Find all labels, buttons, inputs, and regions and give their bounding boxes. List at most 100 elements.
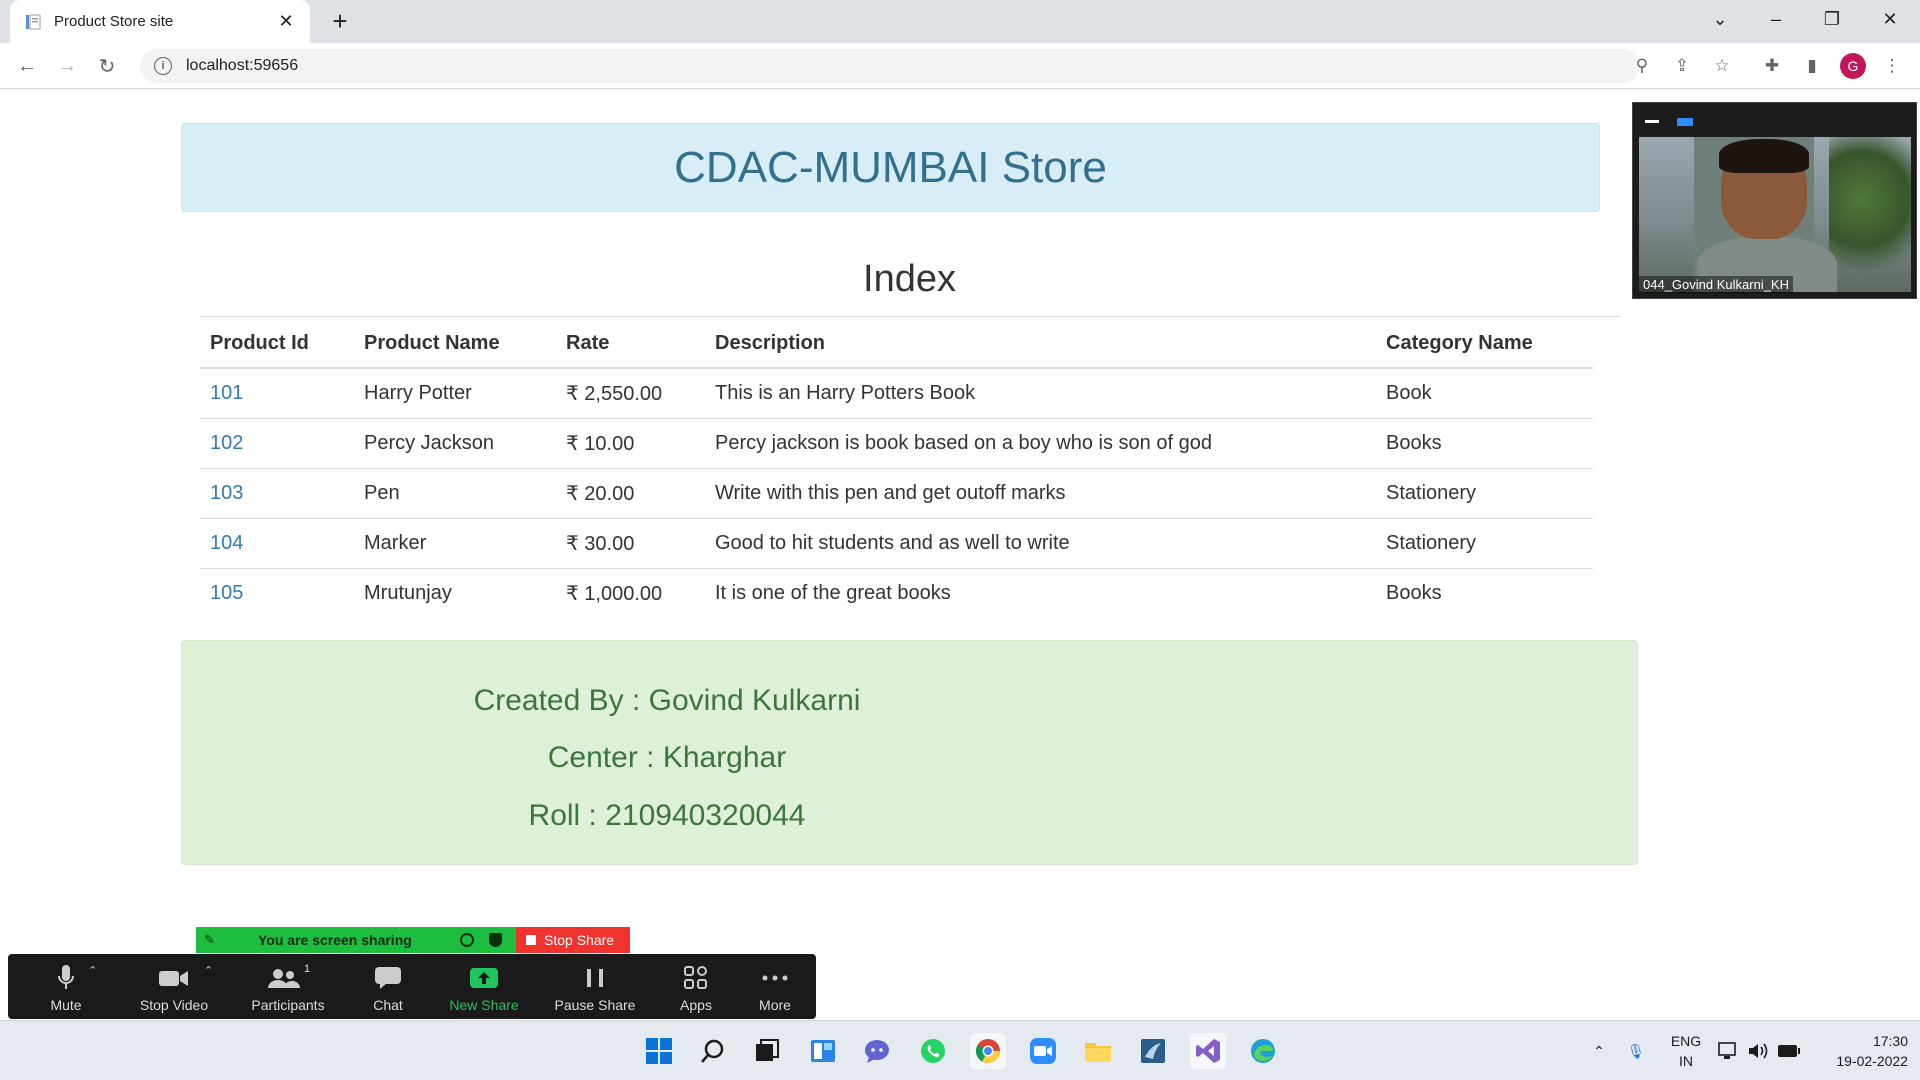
new-share-button[interactable]: New Share	[436, 954, 532, 1019]
product-id-link[interactable]: 103	[210, 482, 243, 504]
product-name-cell: Marker	[354, 518, 556, 569]
product-id-cell[interactable]: 101	[200, 368, 354, 419]
pause-share-button[interactable]: Pause Share	[542, 954, 648, 1019]
video-options-chevron-icon[interactable]: ⌃	[204, 964, 213, 977]
participants-label: Participants	[251, 997, 325, 1013]
rate-cell: ₹ 10.00	[556, 418, 705, 469]
back-icon[interactable]: ←	[12, 51, 42, 81]
minimize-button[interactable]: –	[1748, 0, 1804, 38]
battery-icon[interactable]	[1775, 1021, 1803, 1080]
extensions-icon[interactable]: ✚	[1759, 53, 1785, 79]
zoom-video-window[interactable]: 044_Govind Kulkarni_KH	[1632, 102, 1917, 299]
profile-avatar[interactable]: G	[1840, 53, 1866, 79]
more-button[interactable]: More	[738, 954, 812, 1019]
created-by-text: Created By : Govind Kulkarni	[473, 684, 861, 717]
product-name-cell: Harry Potter	[354, 368, 556, 419]
tab-close-icon[interactable]: ✕	[276, 11, 296, 32]
product-id-cell[interactable]: 104	[200, 518, 354, 569]
minimize-video-icon[interactable]	[1645, 120, 1659, 123]
category-cell: Books	[1386, 581, 1442, 604]
rate-cell: ₹ 2,550.00	[556, 368, 705, 419]
participant-video	[1639, 137, 1911, 292]
tab-title: Product Store site	[54, 13, 174, 30]
product-id-cell[interactable]: 103	[200, 468, 354, 519]
roll-text: Roll : 210940320044	[528, 799, 806, 832]
page-title: Index	[863, 258, 956, 300]
browser-toolbar: ← → ↻ i localhost:59656 ⚲ ⇪ ☆ ✚ ▮ ⋮	[0, 43, 1920, 89]
sql-server-icon[interactable]	[1135, 1033, 1171, 1069]
chrome-icon[interactable]	[970, 1033, 1006, 1069]
system-clock[interactable]: 17:30 19-02-2022	[1818, 1031, 1908, 1071]
video-window-topbar	[1633, 103, 1916, 133]
mute-button[interactable]: Mute	[18, 954, 114, 1019]
participants-button[interactable]: 1 Participants	[240, 954, 336, 1019]
browser-tab[interactable]: Product Store site ✕	[10, 0, 310, 43]
reload-icon[interactable]: ↻	[92, 51, 122, 81]
pin-icon[interactable]: ✎	[204, 932, 220, 948]
close-window-button[interactable]: ✕	[1862, 0, 1918, 38]
store-header: CDAC-MUMBAI Store	[181, 123, 1600, 212]
pause-share-label: Pause Share	[554, 997, 636, 1013]
edge-icon[interactable]	[1245, 1033, 1281, 1069]
more-dots-icon	[761, 963, 789, 993]
header-product-id: Product Id	[200, 320, 354, 369]
stop-square-icon	[526, 935, 536, 945]
file-explorer-icon[interactable]	[1080, 1033, 1116, 1069]
microphone-tray-icon[interactable]: 🎙	[1622, 1021, 1650, 1080]
stop-share-button[interactable]: Stop Share	[516, 927, 630, 953]
browser-tabbar: Product Store site ✕ + ⌄ – ❐ ✕	[0, 0, 1920, 43]
chat-label: Chat	[373, 997, 403, 1013]
apps-button[interactable]: Apps	[656, 954, 736, 1019]
zoom-icon[interactable]: ⚲	[1629, 53, 1655, 79]
tab-search-icon[interactable]: ⌄	[1692, 0, 1748, 38]
new-tab-button[interactable]: +	[325, 6, 355, 37]
product-id-cell[interactable]: 105	[200, 568, 354, 618]
side-panel-icon[interactable]: ▮	[1799, 53, 1825, 79]
zoom-app-icon[interactable]	[1025, 1033, 1061, 1069]
product-id-link[interactable]: 105	[210, 582, 243, 604]
participants-count: 1	[303, 963, 311, 975]
forward-icon[interactable]: →	[52, 51, 82, 81]
header-description: Description	[705, 320, 1376, 369]
product-id-link[interactable]: 102	[210, 432, 243, 454]
product-id-link[interactable]: 101	[210, 382, 243, 404]
chat-button[interactable]: Chat	[348, 954, 428, 1019]
volume-icon[interactable]	[1745, 1021, 1771, 1080]
bookmark-star-icon[interactable]: ☆	[1709, 53, 1735, 79]
chat-icon	[374, 963, 402, 993]
restore-button[interactable]: ❐	[1804, 0, 1860, 38]
category-cell: Stationery	[1376, 468, 1593, 519]
search-icon[interactable]	[695, 1033, 731, 1069]
apps-icon	[683, 963, 709, 993]
site-info-icon[interactable]: i	[154, 57, 172, 75]
table-row: 104 Marker ₹ 30.00 Good to hit students …	[200, 518, 1593, 569]
share-icon[interactable]: ⇪	[1669, 53, 1695, 79]
header-category-name: Category Name	[1376, 320, 1593, 369]
new-share-label: New Share	[449, 997, 519, 1013]
show-hidden-icons-chevron-icon[interactable]: ⌃	[1585, 1021, 1613, 1080]
start-menu-icon[interactable]	[641, 1033, 677, 1069]
mute-options-chevron-icon[interactable]: ⌃	[88, 964, 97, 977]
product-id-link[interactable]: 104	[210, 532, 243, 554]
sharing-status[interactable]: ✎ You are screen sharing	[196, 927, 516, 953]
mute-label: Mute	[50, 997, 82, 1013]
teams-chat-icon[interactable]	[859, 1033, 895, 1069]
input-language[interactable]: ENG IN	[1668, 1031, 1704, 1071]
video-view-icon[interactable]	[1677, 118, 1693, 126]
product-id-cell[interactable]: 102	[200, 418, 354, 469]
video-camera-icon	[158, 963, 190, 993]
description-cell: Percy jackson is book based on a boy who…	[705, 418, 1376, 469]
task-view-icon[interactable]	[749, 1033, 785, 1069]
table-row: 102 Percy Jackson ₹ 10.00 Percy jackson …	[200, 418, 1593, 469]
description-cell: It is one of the great books	[715, 581, 951, 604]
whatsapp-icon[interactable]	[915, 1033, 951, 1069]
category-cell: Stationery	[1376, 518, 1593, 569]
menu-kebab-icon[interactable]: ⋮	[1879, 53, 1905, 79]
description-cell: Good to hit students and as well to writ…	[705, 518, 1376, 569]
network-icon[interactable]	[1715, 1021, 1741, 1080]
address-bar[interactable]: i localhost:59656	[140, 49, 1640, 83]
visual-studio-icon[interactable]	[1190, 1033, 1226, 1069]
url-text: localhost:59656	[186, 57, 299, 74]
windows-taskbar: ⌃ 🎙 ENG IN 17:30 19-02-2022	[0, 1020, 1920, 1080]
widgets-icon[interactable]	[805, 1033, 841, 1069]
